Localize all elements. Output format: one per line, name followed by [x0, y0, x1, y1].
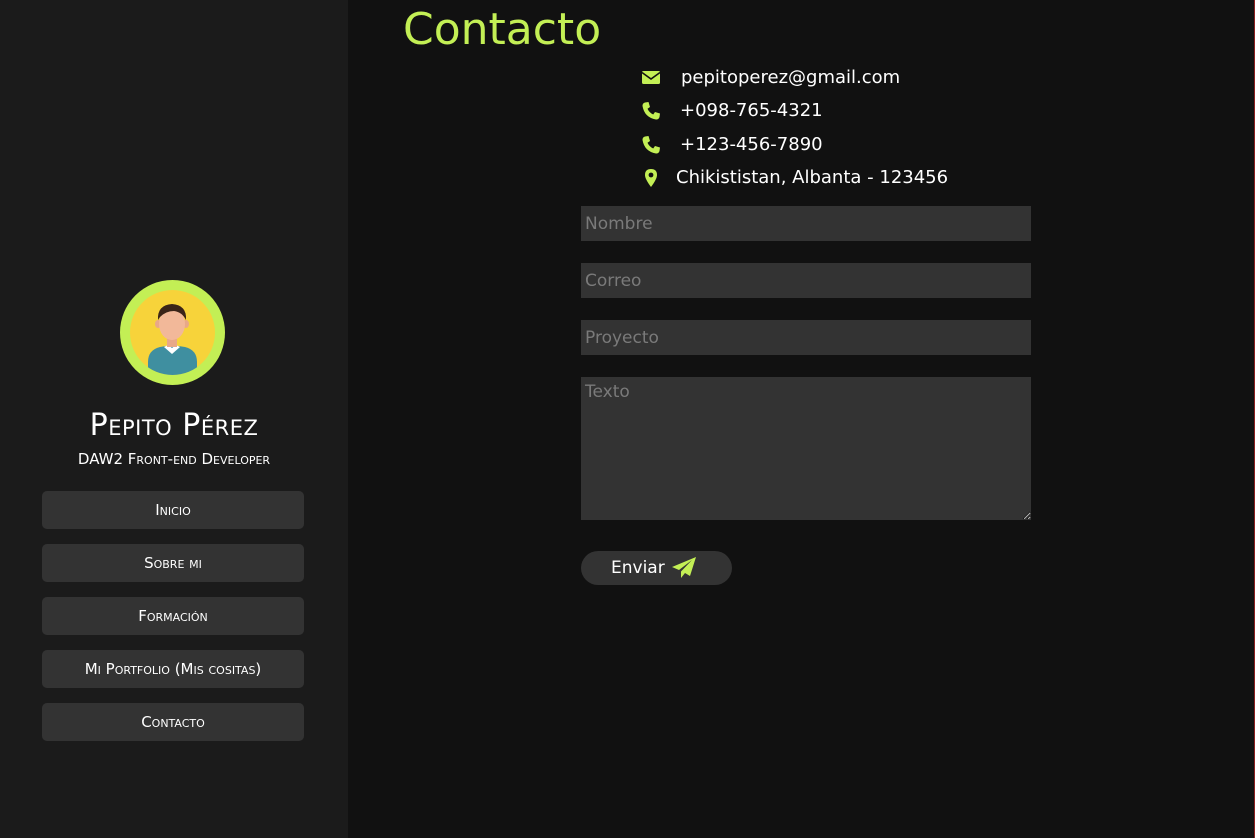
page: Pepito Pérez DAW2 Front-end Developer In… [0, 0, 1255, 838]
nav-item-contacto[interactable]: Contacto [42, 703, 304, 741]
sidebar-nav: Inicio Sobre mi Formación Mi Portfolio (… [42, 491, 304, 756]
paper-plane-icon [672, 557, 696, 578]
email-input[interactable] [581, 263, 1031, 298]
phone-icon [642, 102, 660, 120]
message-textarea[interactable] [581, 377, 1031, 520]
contact-phone-2: +123-456-7890 [641, 133, 941, 157]
profile-name: Pepito Pérez [89, 408, 259, 443]
project-input[interactable] [581, 320, 1031, 355]
nav-item-inicio[interactable]: Inicio [42, 491, 304, 529]
name-input[interactable] [581, 206, 1031, 241]
contact-address: Chikististan, Albanta - 123456 [641, 166, 961, 190]
page-title: Contacto [403, 4, 602, 55]
envelope-icon [641, 71, 661, 84]
phone-icon [642, 136, 660, 154]
contact-phone-2-text: +123-456-7890 [680, 134, 823, 155]
send-button[interactable]: Enviar [581, 551, 732, 585]
contact-address-text: Chikististan, Albanta - 123456 [676, 167, 949, 188]
contact-email-text[interactable]: pepitoperez@gmail.com [681, 66, 900, 90]
contact-email: pepitoperez@gmail.com [641, 66, 941, 90]
nav-item-sobre-mi[interactable]: Sobre mi [42, 544, 304, 582]
contact-phone-1-text: +098-765-4321 [680, 100, 823, 121]
profile-role: DAW2 Front-end Developer [77, 450, 271, 468]
nav-item-portfolio[interactable]: Mi Portfolio (Mis cositas) [42, 650, 304, 688]
nav-item-formacion[interactable]: Formación [42, 597, 304, 635]
user-avatar-icon [130, 290, 215, 375]
map-marker-icon [645, 169, 657, 187]
avatar [120, 280, 225, 385]
contact-phone-1: +098-765-4321 [641, 99, 941, 123]
send-button-label: Enviar [611, 558, 665, 578]
sidebar: Pepito Pérez DAW2 Front-end Developer In… [0, 0, 348, 838]
